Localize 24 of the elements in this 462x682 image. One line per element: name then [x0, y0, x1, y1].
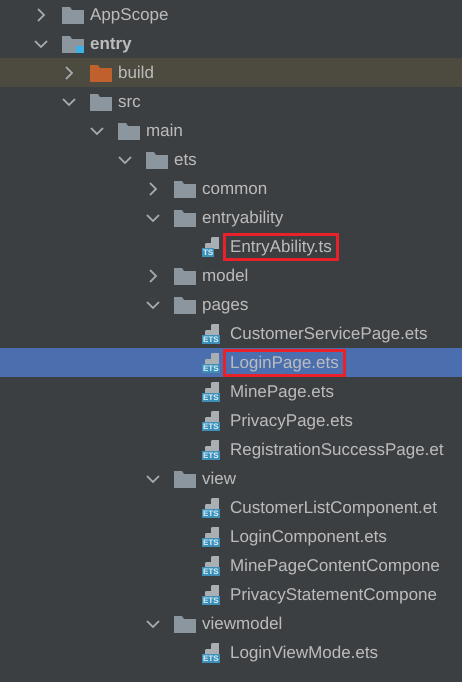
folder-name[interactable]: view	[195, 464, 244, 492]
folder-name[interactable]: model	[195, 262, 256, 290]
folder-name[interactable]: entry	[83, 30, 139, 58]
folder-name[interactable]: common	[195, 174, 274, 202]
folder-name[interactable]: src	[111, 88, 148, 116]
folder-name[interactable]: build	[111, 58, 161, 86]
file-name[interactable]: CustomerListComponent.et	[223, 494, 444, 522]
file-name[interactable]: PrivacyStatementCompone	[223, 580, 444, 608]
file-name[interactable]: RegistrationSuccessPage.et	[223, 436, 451, 464]
selected-row[interactable]: ETS LoginPage.ets	[0, 348, 462, 377]
file-name[interactable]: EntryAbility.ts	[223, 232, 339, 260]
file-name[interactable]: MinePage.ets	[223, 378, 341, 406]
folder-name[interactable]: viewmodel	[195, 610, 290, 638]
file-name[interactable]: CustomerServicePage.ets	[223, 320, 434, 348]
folder-name[interactable]: ets	[167, 146, 204, 174]
folder-name[interactable]: entryability	[195, 204, 290, 232]
file-name[interactable]: LoginViewMode.ets	[223, 638, 386, 666]
folder-name[interactable]: AppScope	[83, 0, 176, 28]
folder-name[interactable]: pages	[195, 290, 256, 318]
file-name[interactable]: PrivacyPage.ets	[223, 406, 360, 434]
file-name[interactable]: MinePageContentCompone	[223, 552, 447, 580]
file-name[interactable]: LoginComponent.ets	[223, 522, 394, 550]
folder-name[interactable]: main	[139, 116, 190, 144]
highlighted-row[interactable]: build	[0, 58, 462, 87]
